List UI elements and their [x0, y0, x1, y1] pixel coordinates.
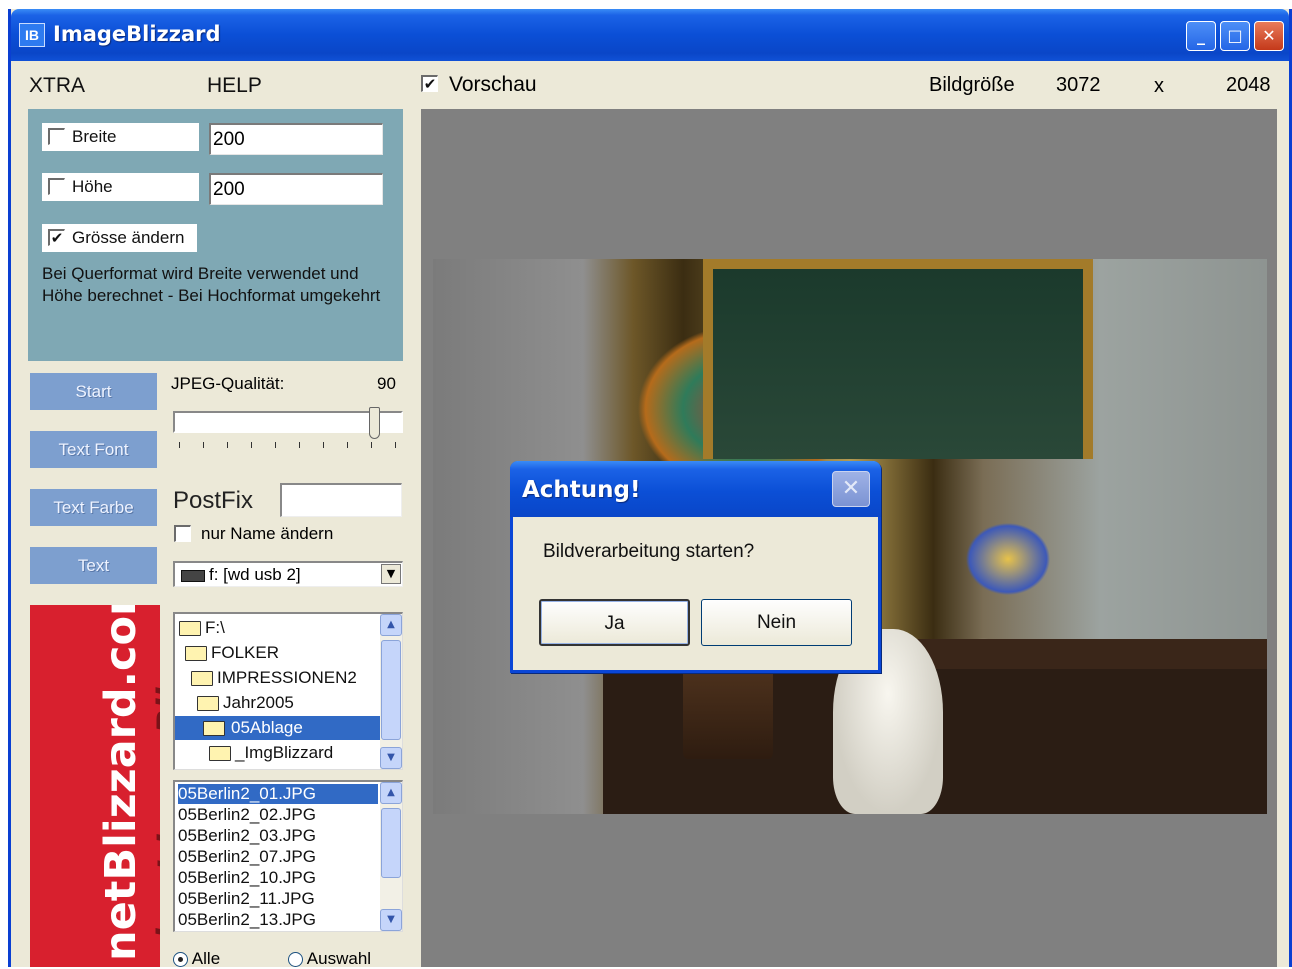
radio-alle[interactable]: Alle	[173, 949, 220, 969]
image-width-value: 3072	[1056, 74, 1101, 96]
radio-alle-label: Alle	[191, 949, 221, 968]
folder-open-icon	[203, 721, 225, 737]
groesse-label: Grösse ändern	[72, 228, 185, 247]
scroll-down-icon[interactable]: ▼	[380, 747, 402, 769]
resize-info-text: Bei Querformat wird Breite verwendet und…	[42, 264, 381, 305]
image-height-value: 2048	[1226, 74, 1271, 96]
groesse-checkbox-row[interactable]: ✔ Grösse ändern	[42, 224, 197, 252]
preview-checkbox[interactable]: ✔	[421, 75, 438, 92]
confirm-dialog: Achtung! ✕ Bildverarbeitung starten? Ja …	[510, 461, 881, 673]
radio-alle-button[interactable]	[173, 952, 188, 968]
jpeg-quality-value: 90	[377, 374, 396, 393]
radio-auswahl-label: Auswahl	[306, 949, 372, 968]
hoehe-input[interactable]: 200	[209, 173, 383, 205]
folder-open-icon	[179, 621, 201, 637]
hoehe-label: Höhe	[72, 177, 113, 196]
size-separator: x	[1154, 75, 1164, 97]
maximize-button[interactable]: □	[1220, 21, 1250, 51]
text-color-button[interactable]: Text Farbe	[30, 489, 157, 526]
start-button[interactable]: Start	[30, 373, 157, 410]
no-button[interactable]: Nein	[701, 599, 852, 646]
image-size-label: Bildgröße	[929, 74, 1015, 96]
banner-line1: netBlizzard.com	[96, 605, 146, 961]
breite-checkbox[interactable]	[48, 128, 65, 145]
tree-scrollbar[interactable]: ▲ ▼	[380, 614, 402, 769]
banner-line2: about ImageBlizzard	[150, 605, 160, 961]
tree-item[interactable]: Jahr2005	[197, 691, 294, 715]
postfix-input[interactable]	[280, 483, 402, 517]
dialog-message: Bildverarbeitung starten?	[543, 541, 755, 562]
breite-checkbox-row[interactable]: Breite	[42, 123, 199, 151]
menu-bar: XTRA HELP ✔ Vorschau Bildgröße 3072 x 20…	[11, 61, 1289, 107]
netblizzard-banner[interactable]: netBlizzard.com about ImageBlizzard	[30, 605, 160, 967]
nur-name-label: nur Name ändern	[201, 524, 334, 543]
list-item[interactable]: 05Berlin2_03.JPG	[178, 826, 378, 846]
drive-value: f: [wd usb 2]	[209, 565, 301, 584]
text-font-button[interactable]: Text Font	[30, 431, 157, 468]
list-item[interactable]: 05Berlin2_10.JPG	[178, 868, 378, 888]
tree-item-selected[interactable]: 05Ablage	[175, 716, 381, 740]
folder-open-icon	[185, 646, 207, 662]
postfix-label: PostFix	[173, 487, 254, 514]
slider-ticks	[179, 442, 399, 450]
jpeg-quality-label: JPEG-Qualität:	[171, 374, 285, 393]
menu-help[interactable]: HELP	[207, 74, 262, 98]
tree-item[interactable]: F:\	[179, 616, 225, 640]
drive-select[interactable]: f: [wd usb 2] ▼	[173, 561, 403, 587]
scroll-thumb[interactable]	[381, 808, 401, 878]
scroll-up-icon[interactable]: ▲	[380, 782, 402, 804]
dialog-title: Achtung!	[522, 477, 641, 503]
scroll-down-icon[interactable]: ▼	[380, 909, 402, 931]
dialog-title-bar[interactable]: Achtung! ✕	[510, 461, 881, 517]
menu-xtra[interactable]: XTRA	[29, 74, 85, 98]
scroll-thumb[interactable]	[381, 640, 401, 740]
groesse-checkbox[interactable]: ✔	[48, 229, 65, 246]
window-title: ImageBlizzard	[53, 22, 221, 46]
breite-label: Breite	[72, 127, 117, 146]
list-item[interactable]: 05Berlin2_01.JPG	[178, 784, 378, 804]
app-icon: IB	[19, 23, 45, 47]
folder-tree[interactable]: F:\ FOLKER IMPRESSIONEN2 Jahr2005 05Abla…	[173, 612, 403, 770]
close-button[interactable]: ✕	[1254, 21, 1284, 51]
list-item[interactable]: 05Berlin2_02.JPG	[178, 805, 378, 825]
tree-item[interactable]: IMPRESSIONEN2	[191, 666, 357, 690]
radio-auswahl[interactable]: Auswahl	[288, 949, 371, 969]
file-list[interactable]: 05Berlin2_01.JPG 05Berlin2_02.JPG 05Berl…	[173, 780, 403, 932]
list-item[interactable]: 05Berlin2_13.JPG	[178, 910, 378, 930]
tree-item[interactable]: _ImgBlizzard	[209, 741, 333, 765]
radio-auswahl-button[interactable]	[288, 952, 303, 968]
minimize-button[interactable]: _	[1186, 21, 1216, 51]
text-button[interactable]: Text	[30, 547, 157, 584]
list-item[interactable]: 05Berlin2_11.JPG	[178, 889, 378, 909]
files-scrollbar[interactable]: ▲ ▼	[380, 782, 402, 931]
resize-panel: Breite 200 Höhe 200 ✔ Grösse ändern Bei …	[28, 109, 403, 361]
slider-thumb[interactable]	[369, 407, 380, 439]
yes-button[interactable]: Ja	[539, 599, 690, 646]
folder-open-icon	[191, 671, 213, 687]
hoehe-checkbox-row[interactable]: Höhe	[42, 173, 199, 201]
hoehe-checkbox[interactable]	[48, 178, 65, 195]
dialog-close-button[interactable]: ✕	[832, 471, 870, 507]
title-bar[interactable]: IB ImageBlizzard _ □ ✕	[11, 9, 1289, 61]
tree-item[interactable]: FOLKER	[185, 641, 279, 665]
folder-icon	[209, 746, 231, 762]
nur-name-checkbox[interactable]	[174, 525, 191, 542]
list-item[interactable]: 05Berlin2_07.JPG	[178, 847, 378, 867]
preview-label: Vorschau	[449, 73, 537, 96]
breite-input[interactable]: 200	[209, 123, 383, 155]
chevron-down-icon[interactable]: ▼	[381, 564, 401, 584]
drive-icon	[181, 569, 205, 582]
folder-open-icon	[197, 696, 219, 712]
scroll-up-icon[interactable]: ▲	[380, 614, 402, 636]
